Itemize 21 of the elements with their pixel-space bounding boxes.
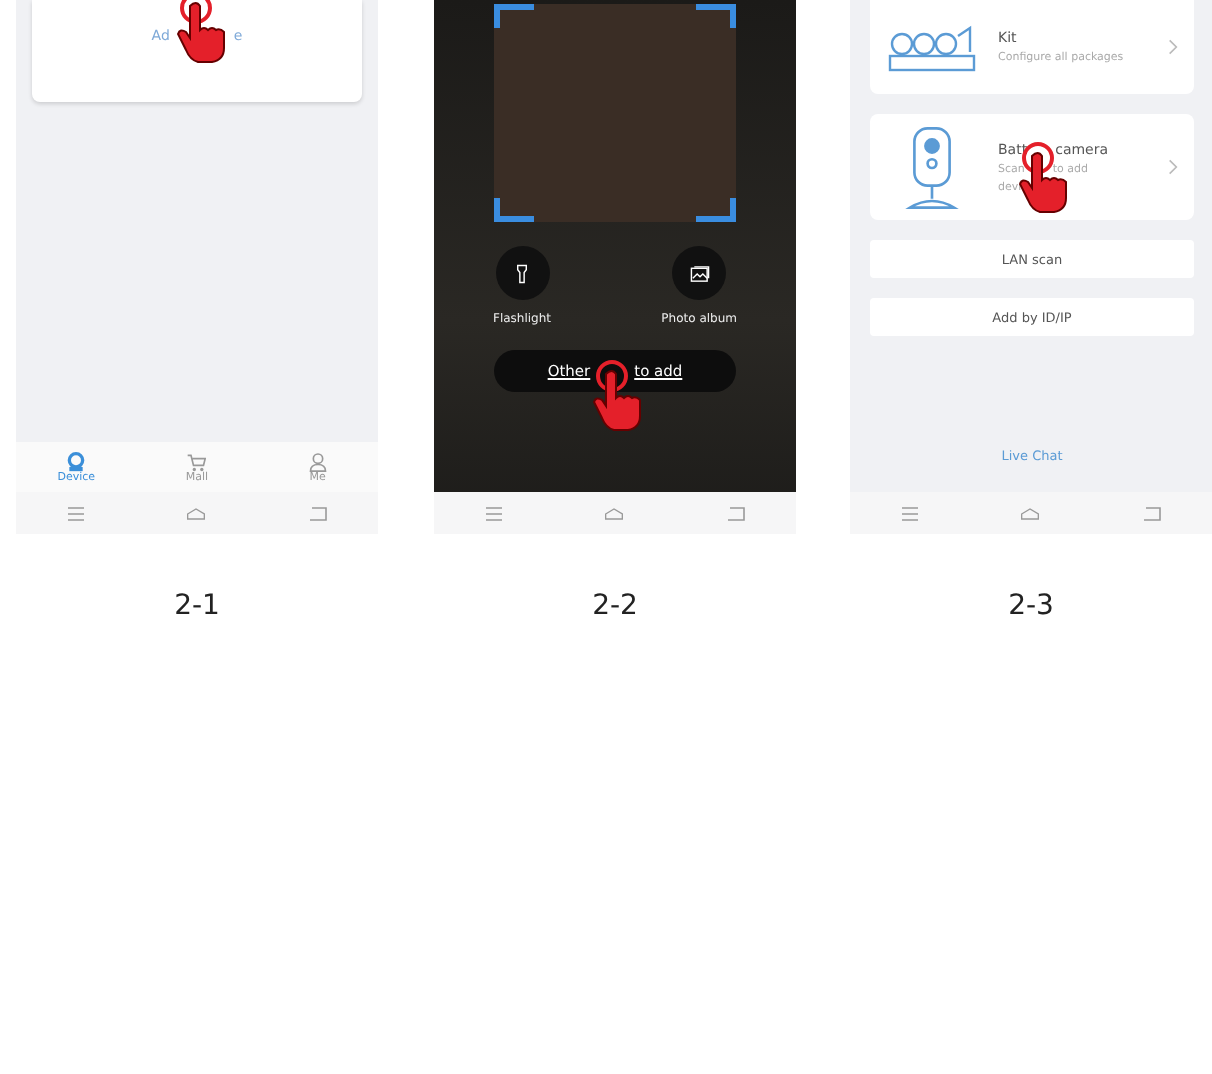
flashlight-icon [512, 263, 533, 283]
figure-caption: 2-1 [174, 590, 220, 622]
person-icon [307, 451, 328, 471]
figure-caption: 2-3 [1008, 590, 1054, 622]
menu-icon[interactable] [66, 505, 87, 521]
home-icon[interactable] [604, 505, 625, 521]
home-icon[interactable] [1020, 505, 1041, 521]
cart-icon [186, 451, 207, 471]
camera-icon [66, 451, 87, 471]
back-icon[interactable] [1141, 505, 1162, 521]
back-icon[interactable] [307, 505, 328, 521]
home-icon[interactable] [186, 505, 207, 521]
chevron-right-icon [1168, 38, 1178, 56]
menu-icon[interactable] [900, 505, 921, 521]
figure-caption: 2-2 [592, 590, 638, 622]
flashlight-button[interactable] [495, 246, 550, 300]
photo-album-button[interactable] [672, 246, 727, 300]
image-icon [689, 263, 710, 283]
menu-icon[interactable] [484, 505, 505, 521]
back-icon[interactable] [725, 505, 746, 521]
chevron-right-icon [1168, 158, 1178, 176]
